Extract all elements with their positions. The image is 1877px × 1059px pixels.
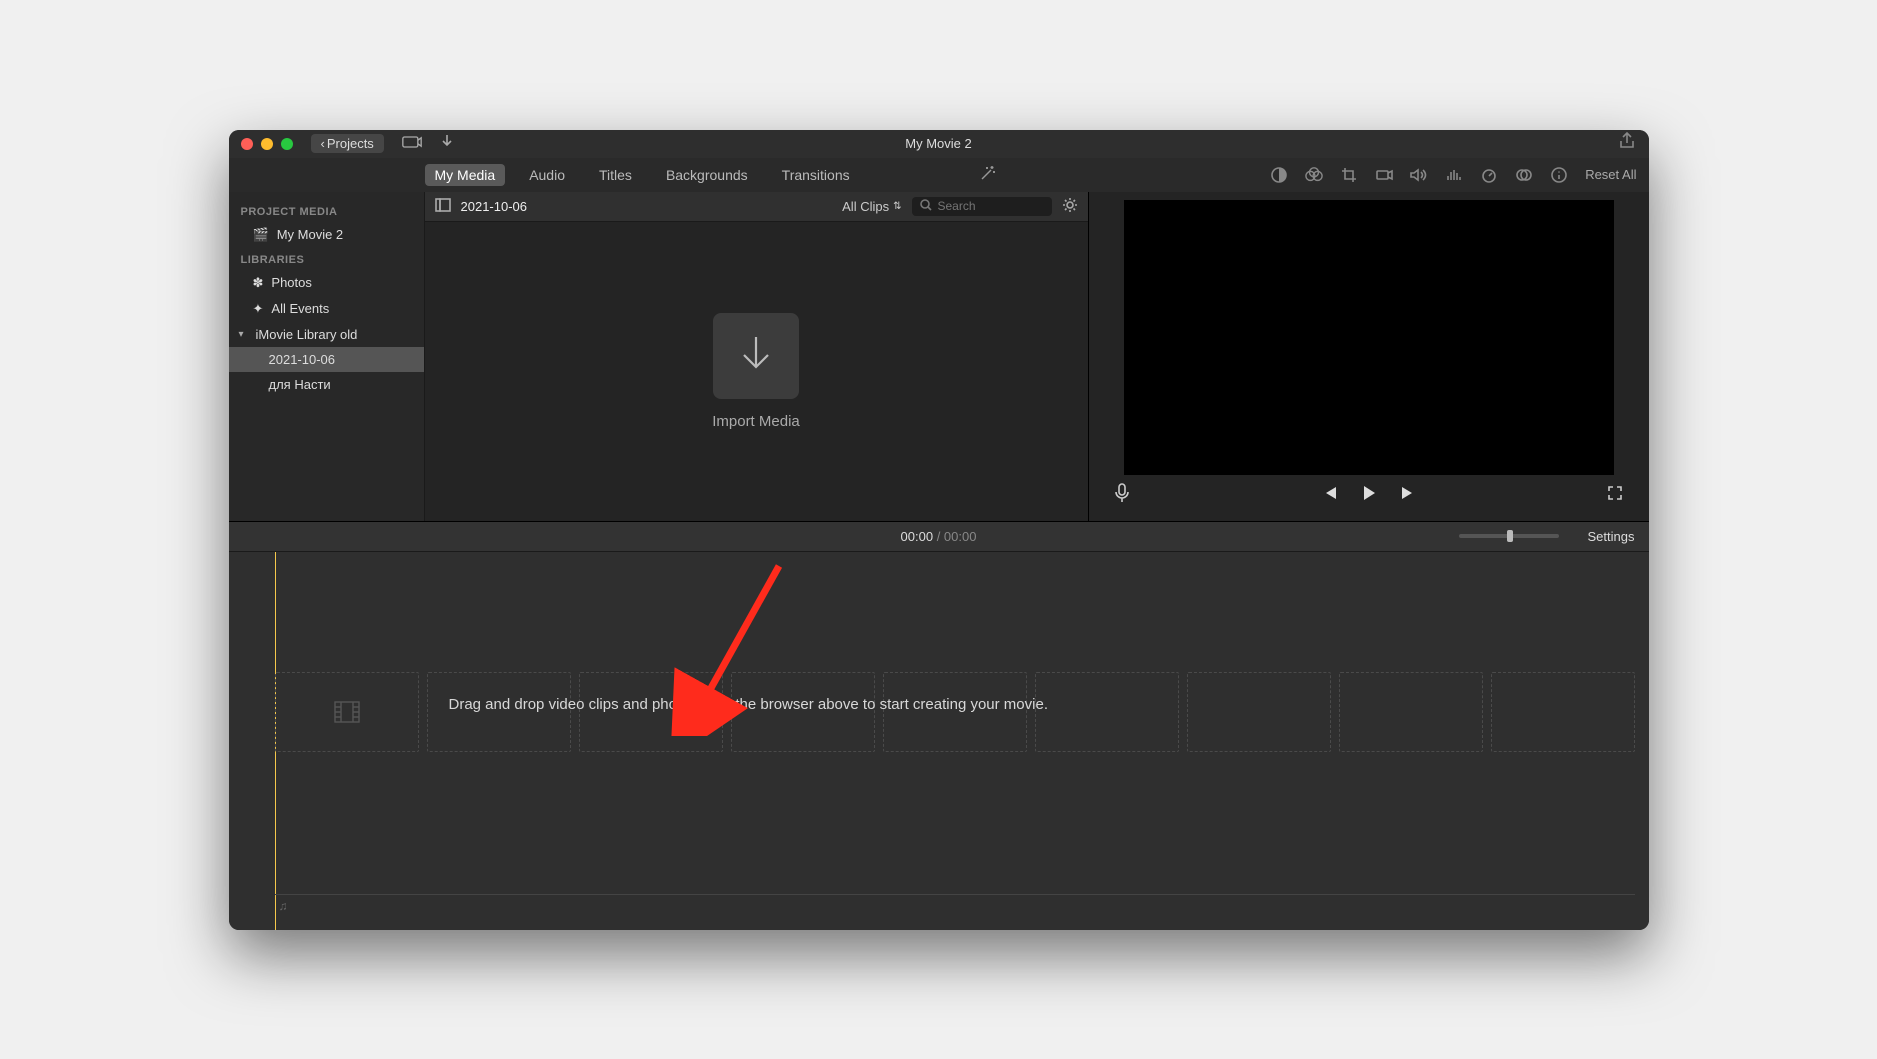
media-import-icon[interactable] <box>402 134 422 153</box>
tab-backgrounds[interactable]: Backgrounds <box>656 164 758 186</box>
photos-label: Photos <box>271 275 311 290</box>
browser-header: 2021-10-06 All Clips ⇅ <box>425 192 1088 222</box>
clapperboard-icon: 🎬 <box>253 227 269 243</box>
share-icon[interactable] <box>1619 132 1635 155</box>
timeline-zoom-slider[interactable] <box>1459 534 1559 538</box>
event-item-selected[interactable]: 2021-10-06 <box>229 347 424 372</box>
search-icon <box>920 199 932 214</box>
import-media-label: Import Media <box>712 413 800 430</box>
project-media-header: PROJECT MEDIA <box>229 200 424 222</box>
clip-filter-icon[interactable] <box>1515 166 1533 184</box>
timeline-hint-text: Drag and drop video clips and photos fro… <box>449 696 1048 713</box>
project-item[interactable]: 🎬 My Movie 2 <box>229 222 424 248</box>
library-folder[interactable]: ▾ iMovie Library old <box>229 322 424 347</box>
fullscreen-icon[interactable] <box>1607 485 1623 506</box>
clip-placeholder <box>1187 672 1331 752</box>
event-label: для Насти <box>269 377 331 392</box>
prev-frame-icon[interactable] <box>1322 485 1338 506</box>
browser-event-title: 2021-10-06 <box>461 199 528 214</box>
crop-icon[interactable] <box>1340 166 1358 184</box>
time-info-bar: 00:00 / 00:00 Settings <box>229 522 1649 552</box>
info-icon[interactable] <box>1550 166 1568 184</box>
projects-label: Projects <box>327 136 374 151</box>
chevron-down-icon: ▾ <box>239 329 244 340</box>
tab-titles[interactable]: Titles <box>589 164 642 186</box>
clip-placeholder <box>1339 672 1483 752</box>
all-events[interactable]: ✦ All Events <box>229 296 424 322</box>
tab-audio[interactable]: Audio <box>519 164 575 186</box>
voiceover-mic-icon[interactable] <box>1115 483 1129 508</box>
volume-icon[interactable] <box>1410 166 1428 184</box>
audio-track[interactable]: ♫ <box>275 894 1635 916</box>
viewer-controls <box>1103 485 1635 506</box>
noise-reduction-icon[interactable] <box>1445 166 1463 184</box>
list-view-icon[interactable] <box>435 198 451 215</box>
download-icon[interactable] <box>440 134 454 153</box>
tab-my-media[interactable]: My Media <box>425 164 506 186</box>
clip-placeholder <box>1035 672 1179 752</box>
media-tab-bar: My Media Audio Titles Backgrounds Transi… <box>229 158 1649 192</box>
tab-transitions[interactable]: Transitions <box>772 164 860 186</box>
traffic-lights <box>229 138 293 150</box>
reset-all-button[interactable]: Reset All <box>1585 167 1636 182</box>
clip-placeholder <box>275 672 419 752</box>
flower-icon: ✽ <box>253 275 264 291</box>
time-total: 00:00 <box>944 529 977 544</box>
gear-icon[interactable] <box>1062 197 1078 216</box>
clip-filter-dropdown[interactable]: All Clips ⇅ <box>842 199 901 214</box>
imovie-window: ‹ Projects My Movie 2 My Media Audio Tit… <box>229 130 1649 930</box>
stabilize-icon[interactable] <box>1375 166 1393 184</box>
timeline[interactable]: Drag and drop video clips and photos fro… <box>229 552 1649 930</box>
library-sidebar: PROJECT MEDIA 🎬 My Movie 2 LIBRARIES ✽ P… <box>229 192 425 521</box>
search-input[interactable] <box>938 199 1044 213</box>
zoom-window-button[interactable] <box>281 138 293 150</box>
titlebar: ‹ Projects My Movie 2 <box>229 130 1649 158</box>
project-name: My Movie 2 <box>277 227 343 242</box>
next-frame-icon[interactable] <box>1400 485 1416 506</box>
clip-filter-label: All Clips <box>842 199 889 214</box>
preview-canvas[interactable] <box>1124 200 1614 475</box>
viewer-panel <box>1089 192 1649 521</box>
browser-body[interactable]: Import Media <box>425 222 1088 521</box>
photos-library[interactable]: ✽ Photos <box>229 270 424 296</box>
main-area: PROJECT MEDIA 🎬 My Movie 2 LIBRARIES ✽ P… <box>229 192 1649 522</box>
event-label: 2021-10-06 <box>269 352 336 367</box>
settings-button[interactable]: Settings <box>1588 529 1635 544</box>
color-correction-icon[interactable] <box>1305 166 1323 184</box>
search-field[interactable] <box>912 197 1052 216</box>
minimize-window-button[interactable] <box>261 138 273 150</box>
updown-icon: ⇅ <box>893 201 901 212</box>
play-icon[interactable] <box>1362 485 1376 506</box>
all-events-label: All Events <box>271 301 329 316</box>
event-item[interactable]: для Насти <box>229 372 424 397</box>
media-browser: 2021-10-06 All Clips ⇅ <box>425 192 1089 521</box>
import-media-button[interactable] <box>713 313 799 399</box>
magic-wand-icon[interactable] <box>979 164 997 185</box>
star-icon: ✦ <box>253 301 264 317</box>
time-sep: / <box>933 529 944 544</box>
color-balance-icon[interactable] <box>1270 166 1288 184</box>
libraries-header: LIBRARIES <box>229 248 424 270</box>
chevron-left-icon: ‹ <box>321 136 325 151</box>
speed-icon[interactable] <box>1480 166 1498 184</box>
time-current: 00:00 <box>901 529 934 544</box>
close-window-button[interactable] <box>241 138 253 150</box>
projects-back-button[interactable]: ‹ Projects <box>311 134 384 153</box>
music-note-icon: ♫ <box>279 899 288 913</box>
library-name: iMovie Library old <box>256 327 358 342</box>
clip-placeholder <box>1491 672 1635 752</box>
